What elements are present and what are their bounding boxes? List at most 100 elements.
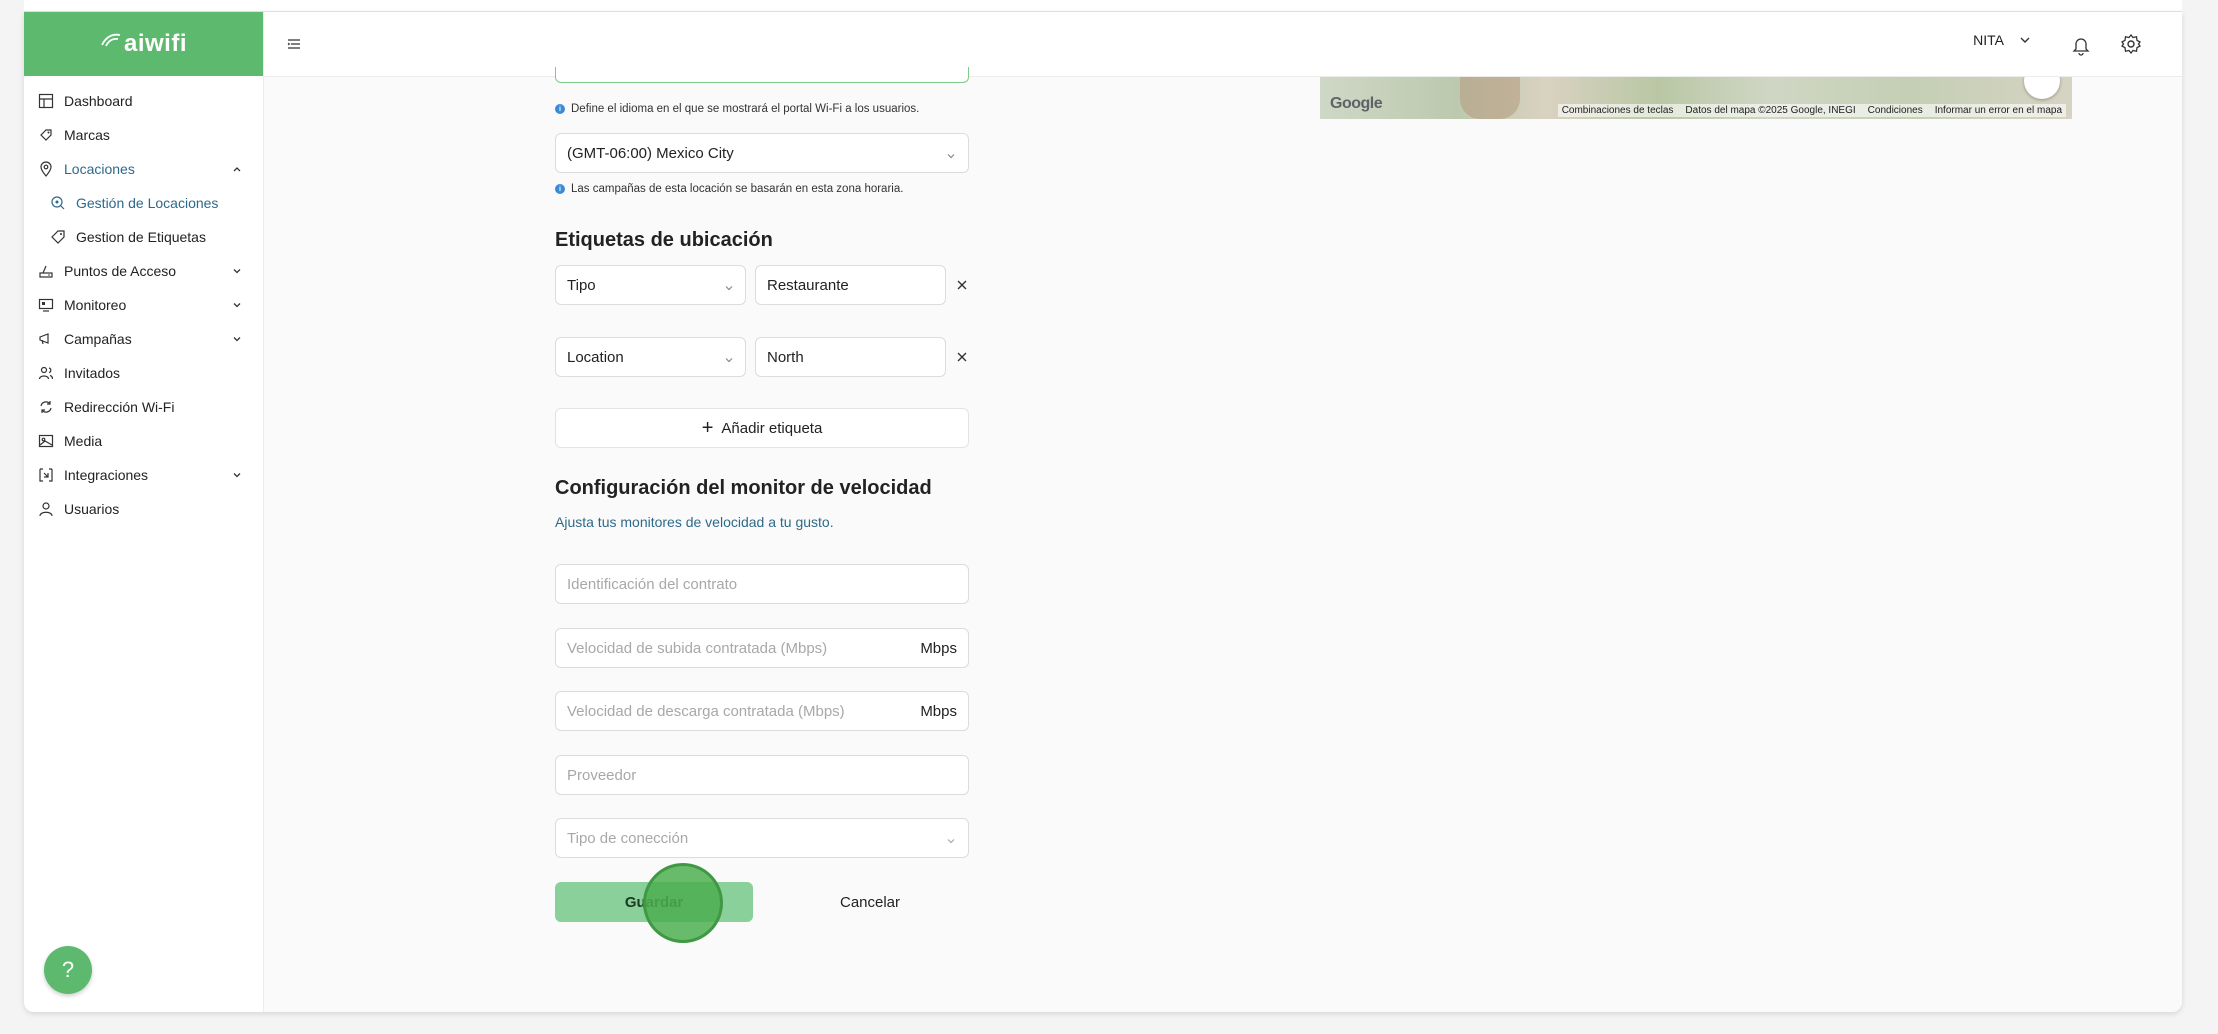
tag-key-select[interactable]: Tipo (555, 265, 746, 305)
timezone-hint: i Las campañas de esta locación se basar… (555, 183, 969, 195)
close-icon[interactable] (955, 350, 969, 364)
tag-key-value: Tipo (567, 276, 596, 294)
sidebar-subitem-gestion-etiquetas[interactable]: Gestion de Etiquetas (24, 220, 263, 254)
location-map[interactable]: Google Combinaciones de teclas Datos del… (1320, 77, 2072, 119)
speed-section-subtitle: Ajusta tus monitores de velocidad a tu g… (555, 514, 834, 530)
download-unit-label: Mbps (920, 702, 957, 720)
sidebar-item-label: Gestion de Etiquetas (76, 229, 206, 245)
sidebar-item-locaciones[interactable]: Locaciones (24, 152, 263, 186)
sidebar-item-redireccion[interactable]: Redirección Wi-Fi (24, 390, 263, 424)
map-attribution: Combinaciones de teclas Datos del mapa ©… (1557, 104, 2066, 117)
tag-row: Tipo Restaurante (555, 265, 969, 305)
info-icon: i (555, 104, 565, 114)
tag-key-select[interactable]: Location (555, 337, 746, 377)
info-icon: i (555, 184, 565, 194)
tag-value-input[interactable]: North (755, 337, 946, 377)
upload-unit-label: Mbps (920, 639, 957, 657)
add-tag-button[interactable]: + Añadir etiqueta (555, 408, 969, 448)
chevron-down-icon (946, 148, 956, 159)
sidebar-item-label: Marcas (64, 127, 110, 143)
plus-icon: + (701, 417, 714, 439)
sidebar-item-monitoreo[interactable]: Monitoreo (24, 288, 263, 322)
bell-icon[interactable] (2070, 34, 2092, 56)
refresh-icon (38, 399, 54, 415)
sidebar-item-invitados[interactable]: Invitados (24, 356, 263, 390)
tag-brand-icon (38, 127, 54, 143)
sidebar-item-usuarios[interactable]: Usuarios (24, 492, 263, 526)
router-icon (38, 263, 54, 279)
menu-toggle-icon[interactable] (286, 36, 302, 52)
sidebar-item-dashboard[interactable]: Dashboard (24, 84, 263, 118)
download-speed-input[interactable]: Velocidad de descarga contratada (Mbps) … (555, 691, 969, 731)
map-terrain (1460, 77, 1520, 119)
sidebar-item-label: Dashboard (64, 93, 133, 109)
add-tag-label: Añadir etiqueta (721, 419, 823, 437)
megaphone-icon (38, 331, 54, 347)
sidebar-item-label: Usuarios (64, 501, 120, 517)
users-icon (38, 365, 54, 381)
speed-section-title: Configuración del monitor de velocidad (555, 477, 932, 499)
chevron-down-icon (724, 280, 734, 291)
sidebar-item-label: Puntos de Acceso (64, 263, 177, 279)
chevron-down-icon (2018, 33, 2032, 47)
integration-icon (38, 467, 54, 483)
user-name: NITA (1973, 32, 2004, 48)
timezone-select[interactable]: (GMT-06:00) Mexico City (555, 133, 969, 173)
dashboard-icon (38, 93, 54, 109)
download-speed-placeholder: Velocidad de descarga contratada (Mbps) (567, 702, 845, 720)
user-menu[interactable]: NITA (1973, 32, 2032, 48)
sidebar-item-puntos-acceso[interactable]: Puntos de Acceso (24, 254, 263, 288)
chevron-down-icon (946, 833, 956, 844)
sidebar-item-label: Integraciones (64, 467, 149, 483)
tag-value-text: North (767, 348, 804, 366)
gear-icon[interactable] (2120, 33, 2142, 55)
chevron-up-icon (231, 163, 243, 175)
map-control-button[interactable] (2024, 77, 2060, 99)
map-data-text: Datos del mapa ©2025 Google, INEGI (1685, 105, 1856, 116)
sidebar-item-label: Media (64, 433, 103, 449)
cancel-button[interactable]: Cancelar (805, 882, 935, 922)
app-window: aiwifi Dashboard Marcas Locaciones Gesti… (24, 12, 2182, 1012)
upload-speed-input[interactable]: Velocidad de subida contratada (Mbps) Mb… (555, 628, 969, 668)
timezone-hint-text: Las campañas de esta locación se basarán… (571, 183, 904, 195)
help-button[interactable]: ? (44, 946, 92, 994)
wifi-logo-icon (101, 33, 121, 47)
main-content: Google Combinaciones de teclas Datos del… (264, 67, 2182, 1012)
language-select-bottom-edge[interactable] (555, 67, 969, 83)
brand-logo[interactable]: aiwifi (24, 12, 263, 76)
sidebar-item-media[interactable]: Media (24, 424, 263, 458)
user-icon (38, 501, 54, 517)
location-manage-icon (50, 195, 66, 211)
sidebar-item-label: Monitoreo (64, 297, 127, 313)
tag-value-input[interactable]: Restaurante (755, 265, 946, 305)
connection-type-select[interactable]: Tipo de conección (555, 818, 969, 858)
chevron-down-icon (231, 299, 243, 311)
chevron-down-icon (724, 352, 734, 363)
timezone-value: (GMT-06:00) Mexico City (567, 144, 734, 162)
chevron-down-icon (231, 333, 243, 345)
monitor-icon (38, 297, 54, 313)
chevron-down-icon (231, 265, 243, 277)
map-shortcuts-link[interactable]: Combinaciones de teclas (1562, 105, 1674, 116)
google-logo: Google (1330, 95, 1383, 112)
language-hint-text: Define el idioma en el que se mostrará e… (571, 103, 920, 115)
sidebar-subitem-gestion-locaciones[interactable]: Gestión de Locaciones (24, 186, 263, 220)
sidebar-item-label: Gestión de Locaciones (76, 195, 219, 211)
sidebar-item-integraciones[interactable]: Integraciones (24, 458, 263, 492)
provider-input[interactable]: Proveedor (555, 755, 969, 795)
upload-speed-placeholder: Velocidad de subida contratada (Mbps) (567, 639, 828, 657)
sidebar-item-marcas[interactable]: Marcas (24, 118, 263, 152)
tag-row: Location North (555, 337, 969, 377)
contract-id-input[interactable]: Identificación del contrato (555, 564, 969, 604)
sidebar-item-campanas[interactable]: Campañas (24, 322, 263, 356)
contract-id-placeholder: Identificación del contrato (567, 575, 738, 593)
language-hint: i Define el idioma en el que se mostrará… (555, 103, 969, 115)
sidebar-item-label: Redirección Wi-Fi (64, 399, 175, 415)
logo-text: aiwifi (123, 30, 187, 57)
map-terms-link[interactable]: Condiciones (1868, 105, 1923, 116)
close-icon[interactable] (955, 278, 969, 292)
map-report-link[interactable]: Informar un error en el mapa (1935, 105, 2062, 116)
chevron-down-icon (231, 469, 243, 481)
sidebar-item-label: Locaciones (64, 161, 135, 177)
location-pin-icon (38, 161, 54, 177)
